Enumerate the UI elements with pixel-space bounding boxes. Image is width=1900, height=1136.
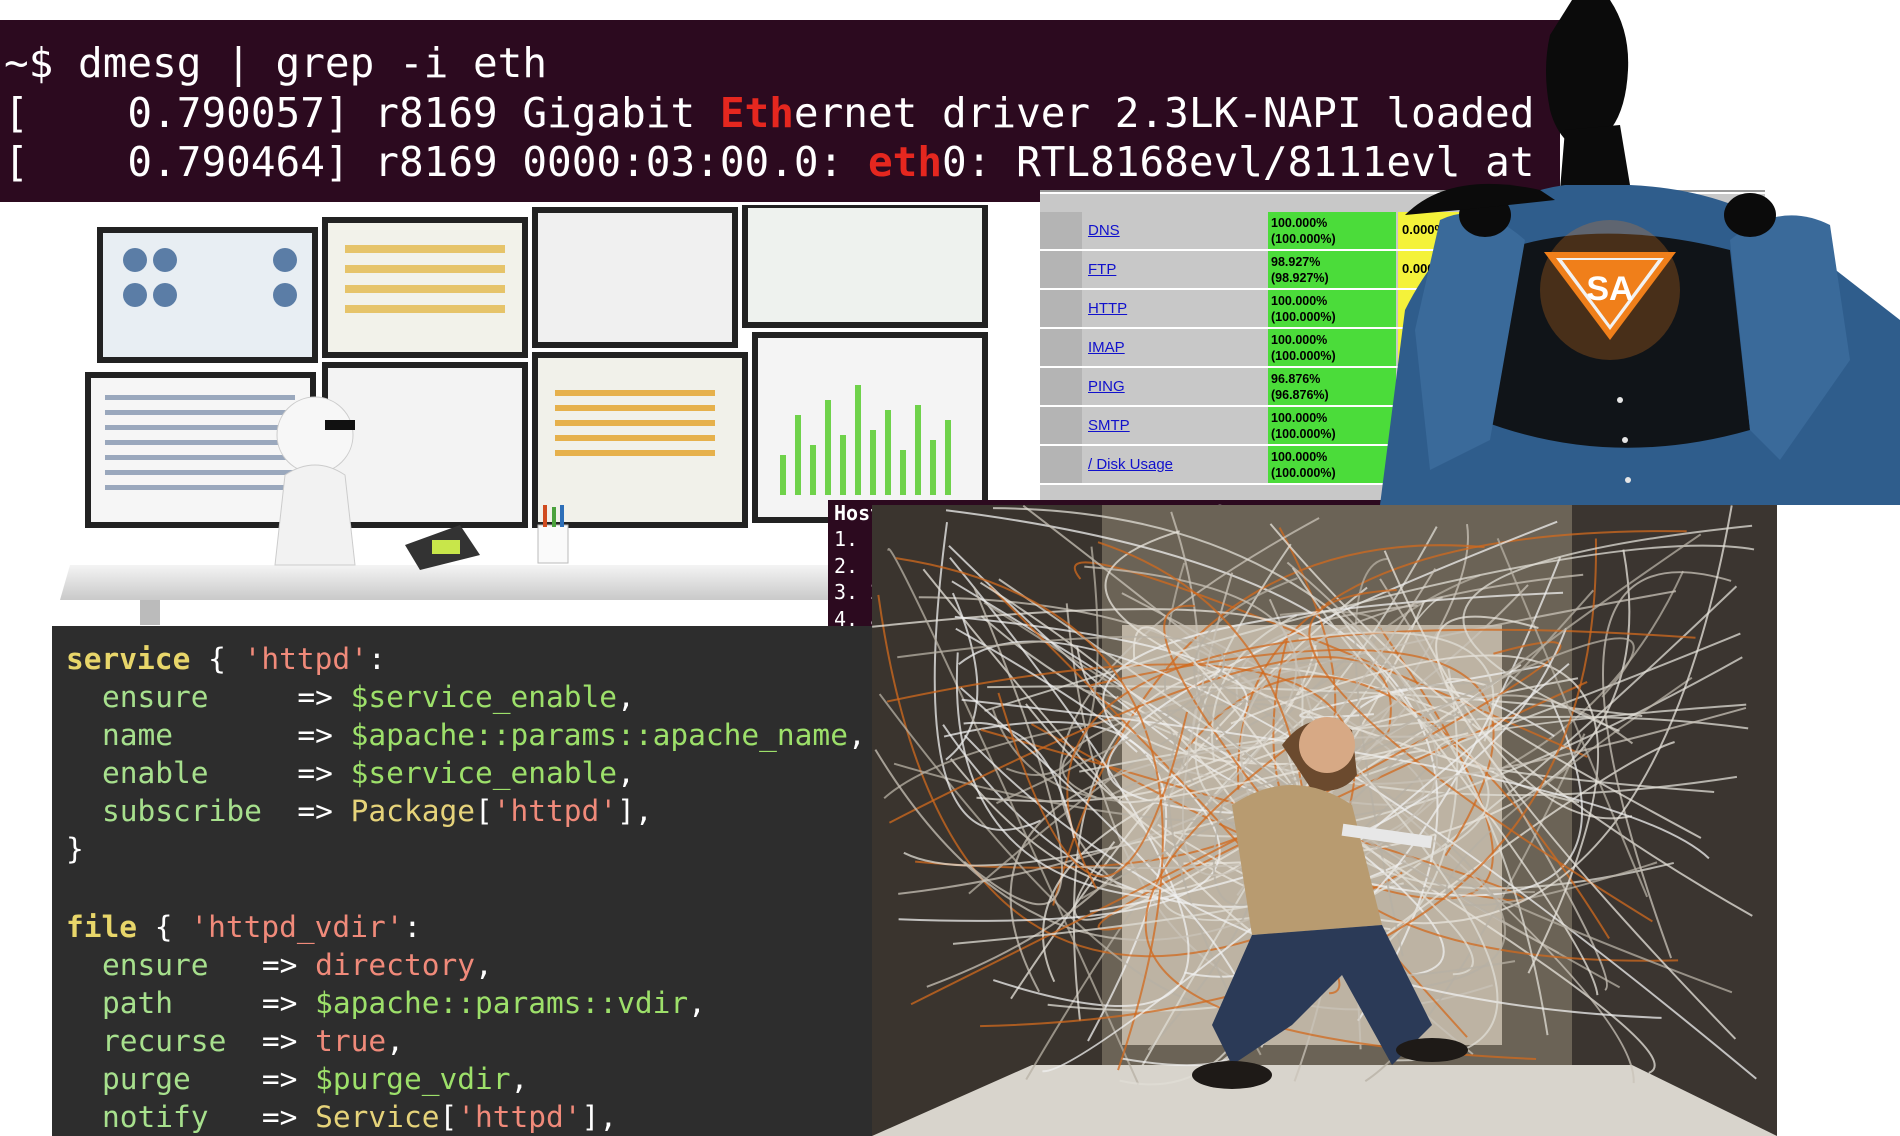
terminal-line-2: [ 0.790464] r8169 0000:03:00.0: eth0: RT… xyxy=(4,138,1535,186)
row-spacer xyxy=(1040,290,1082,327)
row-spacer xyxy=(1040,407,1082,444)
code-param-line: ensure => $service_enable, xyxy=(102,680,635,714)
svg-text:SA: SA xyxy=(1586,270,1633,308)
code-param-line: ensure => directory, xyxy=(102,948,493,982)
row-spacer xyxy=(1040,329,1082,366)
code-param-line: recurse => true, xyxy=(102,1024,404,1058)
terminal-line-1: [ 0.790057] r8169 Gigabit Ethernet drive… xyxy=(4,89,1535,137)
puppet-manifest-code: service { 'httpd': ensure => $service_en… xyxy=(52,626,872,1136)
code-param-line: name => $apache::params::apache_name, xyxy=(102,718,866,752)
code-param-line: path => $apache::params::vdir, xyxy=(102,986,706,1020)
row-spacer xyxy=(1040,368,1082,405)
cartoon-figure xyxy=(274,396,356,566)
service-link[interactable]: IMAP xyxy=(1088,339,1125,356)
row-spacer xyxy=(1040,212,1082,249)
superhero-sysadmin-illustration: SA xyxy=(1380,0,1900,505)
service-link[interactable]: SMTP xyxy=(1088,417,1130,434)
service-link[interactable]: FTP xyxy=(1088,261,1116,278)
terminal-prompt: ~$ dmesg | grep -i eth xyxy=(4,39,548,87)
code-file-header: file { 'httpd_vdir': xyxy=(66,910,422,944)
service-link[interactable]: PING xyxy=(1088,378,1125,395)
service-link[interactable]: HTTP xyxy=(1088,300,1127,317)
code-brace-close: } xyxy=(66,832,84,866)
service-link[interactable]: / Disk Usage xyxy=(1088,456,1173,473)
row-spacer xyxy=(1040,446,1082,483)
code-param-line: subscribe => Package['httpd'], xyxy=(102,794,653,828)
code-param-line: purge => $purge_vdir, xyxy=(102,1062,529,1096)
server-room-photo xyxy=(872,505,1777,1136)
code-param-line: enable => $service_enable, xyxy=(102,756,635,790)
row-spacer xyxy=(1040,251,1082,288)
code-param-line: notify => Service['httpd'], xyxy=(102,1100,618,1134)
monitor-screens xyxy=(85,205,988,528)
service-link[interactable]: DNS xyxy=(1088,222,1120,239)
code-service-header: service { 'httpd': xyxy=(66,642,386,676)
